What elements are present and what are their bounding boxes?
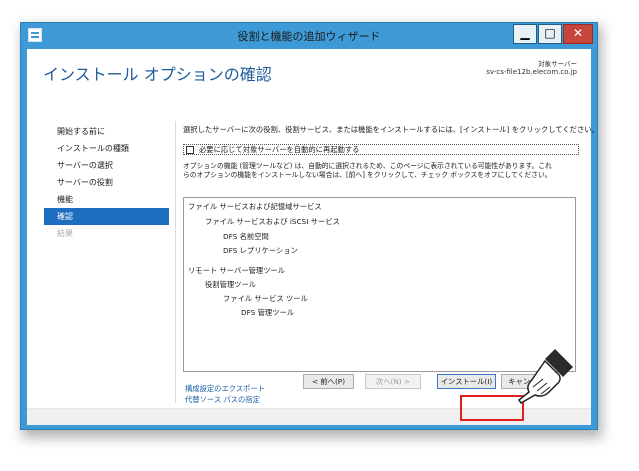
intro-text: 選択したサーバーに次の役割、役割サービス、または機能をインストールするには、[イ… [183, 125, 599, 134]
nav-divider [175, 121, 176, 403]
feature-item: ファイル サービスおよび iSCSI サービス [205, 217, 340, 226]
feature-item: DFS 名前空間 [223, 232, 269, 241]
nav-item-confirmation[interactable]: 確認 [44, 208, 169, 225]
window-title: 役割と機能の追加ウィザード [237, 30, 381, 43]
feature-item: ファイル サービス ツール [223, 294, 308, 303]
maximize-button[interactable]: □ [538, 24, 562, 44]
title-bar[interactable]: 役割と機能の追加ウィザード ▁ □ ✕ [21, 23, 597, 48]
nav-item-installation-type[interactable]: インストールの種類 [44, 140, 169, 157]
feature-item: DFS 管理ツール [241, 308, 295, 317]
feature-item: ファイル サービスおよび記憶域サービス [188, 202, 322, 211]
wizard-nav: 開始する前に インストールの種類 サーバーの選択 サーバーの役割 機能 確認 結… [44, 123, 169, 242]
nav-item-server-selection[interactable]: サーバーの選択 [44, 157, 169, 174]
nav-item-features[interactable]: 機能 [44, 191, 169, 208]
feature-item: リモート サーバー管理ツール [188, 266, 286, 275]
install-button[interactable]: インストール(I) [437, 374, 496, 389]
next-button: 次へ(N) > [365, 374, 421, 389]
optional-features-note: オプションの機能 (管理ツールなど) は、自動的に選択されるため、このページに表… [183, 162, 583, 180]
nav-item-server-roles[interactable]: サーバーの役割 [44, 174, 169, 191]
previous-button[interactable]: < 前へ(P) [303, 374, 354, 389]
restart-checkbox-label[interactable]: 必要に応じて対象サーバーを自動的に再起動する [199, 145, 359, 155]
alternate-source-link[interactable]: 代替ソース パスの指定 [185, 394, 265, 405]
settings-links: 構成設定のエクスポート 代替ソース パスの指定 [185, 383, 265, 405]
page-title: インストール オプションの確認 [43, 65, 272, 84]
destination-server-label: 対象サーバー [538, 60, 577, 68]
feature-list[interactable]: ファイル サービスおよび記憶域サービス ファイル サービスおよび iSCSI サ… [183, 197, 576, 372]
nav-item-results: 結果 [57, 229, 73, 238]
wizard-content: インストール オプションの確認 対象サーバー sv-cs-file12b.ele… [27, 49, 599, 425]
feature-item: 役割管理ツール [205, 280, 257, 289]
export-settings-link[interactable]: 構成設定のエクスポート [185, 383, 265, 394]
nav-item-before-you-begin[interactable]: 開始する前に [44, 123, 169, 140]
wizard-window: 役割と機能の追加ウィザード ▁ □ ✕ インストール オプションの確認 対象サー… [20, 22, 599, 430]
destination-server-name: sv-cs-file12b.elecom.co.jp [486, 68, 577, 76]
note-line-2: らのオプションの機能をインストールしない場合は、[前へ] をクリックして、チェッ… [183, 171, 552, 179]
close-button[interactable]: ✕ [563, 24, 593, 44]
note-line-1: オプションの機能 (管理ツールなど) は、自動的に選択されるため、このページに表… [183, 162, 552, 170]
feature-item: DFS レプリケーション [223, 246, 298, 255]
restart-checkbox[interactable] [186, 146, 194, 154]
hand-pointer-icon [517, 349, 573, 404]
minimize-button[interactable]: ▁ [513, 24, 537, 44]
